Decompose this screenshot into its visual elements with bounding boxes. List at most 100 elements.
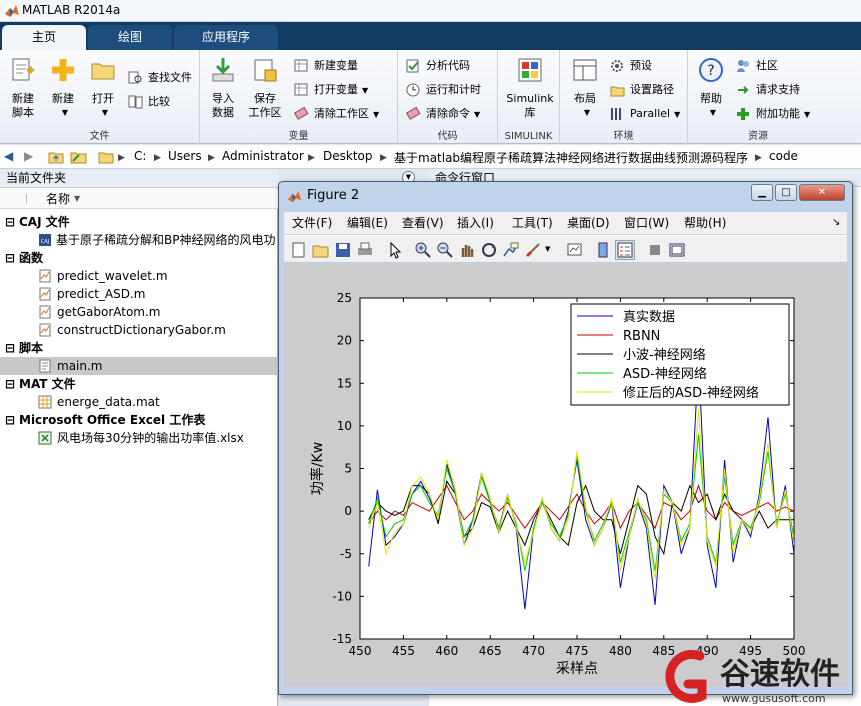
print-icon[interactable] (356, 241, 374, 259)
layout-button[interactable]: 布局 ▼ (564, 56, 606, 120)
zoom-out-icon[interactable] (436, 241, 454, 259)
tab-apps[interactable]: 应用程序 (174, 25, 278, 50)
y-tick-label: 5 (344, 462, 352, 476)
help-button[interactable]: ? 帮助 ▼ (690, 56, 732, 120)
menu-file[interactable]: 文件(F) (292, 212, 332, 234)
compare-button[interactable]: 比较 (128, 92, 170, 112)
menu-insert[interactable]: 插入(I) (457, 212, 494, 234)
menu-edit[interactable]: 编辑(E) (347, 212, 388, 234)
link-plot-icon[interactable] (566, 241, 584, 259)
section-excel[interactable]: ⊟ Microsoft Office Excel 工作表 (0, 411, 278, 429)
new-figure-icon[interactable] (290, 241, 308, 259)
section-caj[interactable]: ⊟ CAJ 文件 (0, 213, 278, 231)
menu-desktop[interactable]: 桌面(D) (567, 212, 610, 234)
tab-plots[interactable]: 绘图 (88, 25, 172, 50)
breadcrumb-code[interactable]: code (769, 149, 798, 163)
maximize-button[interactable]: □ (775, 184, 797, 201)
figure-toolbar: ▼ (284, 235, 847, 263)
simulink-library-button[interactable]: Simulink 库 (502, 56, 558, 120)
breadcrumb-users[interactable]: Users (168, 149, 202, 163)
import-data-label: 导入 数据 (212, 92, 234, 119)
zoom-in-icon[interactable] (414, 241, 432, 259)
find-files-button[interactable]: 查找文件 (128, 68, 192, 88)
run-and-time-button[interactable]: 运行和计时 (406, 80, 481, 100)
menu-view[interactable]: 查看(V) (402, 212, 444, 234)
menu-dock-arrow-icon[interactable]: ↘ (832, 212, 840, 234)
back-arrow-icon[interactable]: ◀ (4, 149, 13, 163)
list-item[interactable]: predict_wavelet.m (0, 267, 278, 285)
save-icon[interactable] (334, 241, 352, 259)
preferences-button[interactable]: 预设 (610, 56, 652, 76)
tab-home[interactable]: 主页 (2, 25, 86, 50)
rotate-3d-icon[interactable] (480, 241, 498, 259)
menu-help[interactable]: 帮助(H) (684, 212, 726, 234)
import-data-button[interactable]: 导入 数据 (202, 56, 244, 120)
save-workspace-button[interactable]: 保存 工作区 (244, 56, 286, 120)
list-item[interactable]: constructDictionaryGabor.m (0, 321, 278, 339)
data-cursor-icon[interactable] (502, 241, 520, 259)
section-functions[interactable]: ⊟ 函数 (0, 249, 278, 267)
breadcrumb-project-folder[interactable]: 基于matlab编程原子稀疏算法神经网络进行数据曲线预测源码程序 (394, 149, 748, 166)
new-button[interactable]: 新建 ▼ (42, 56, 84, 120)
section-scripts[interactable]: ⊟ 脚本 (0, 339, 278, 357)
clear-workspace-button[interactable]: 清除工作区 ▼ (294, 104, 379, 124)
breadcrumb-desktop[interactable]: Desktop (323, 149, 373, 163)
request-support-button[interactable]: 请求支持 (736, 80, 800, 100)
column-header-name[interactable]: 名称 ▼ (0, 189, 278, 209)
new-variable-icon (294, 59, 308, 72)
list-item[interactable]: predict_ASD.m (0, 285, 278, 303)
list-item[interactable]: CAJ 基于原子稀疏分解和BP神经网络的风电功 (0, 231, 278, 249)
collapse-icon[interactable]: ⊟ (5, 249, 15, 267)
list-item[interactable]: getGaborAtom.m (0, 303, 278, 321)
browse-folder-icon[interactable] (70, 149, 88, 165)
open-file-icon[interactable] (312, 241, 330, 259)
collapse-icon[interactable]: ⊟ (5, 213, 15, 231)
select-pointer-icon[interactable] (386, 241, 404, 259)
community-button[interactable]: 社区 (736, 56, 778, 76)
figure-window[interactable]: Figure 2 ▁ □ ✕ 文件(F) 编辑(E) 查看(V) 插入(I) 工… (278, 181, 853, 695)
list-item[interactable]: 风电场每30分钟的输出功率值.xlsx (0, 429, 278, 447)
hide-plot-tools-icon[interactable] (646, 241, 664, 259)
new-variable-button[interactable]: 新建变量 (294, 56, 358, 76)
parallel-button[interactable]: Parallel ▼ (610, 104, 680, 124)
close-button[interactable]: ✕ (799, 184, 845, 201)
menu-window[interactable]: 窗口(W) (624, 212, 669, 234)
line-chart[interactable]: 450 455 460 465 470 475 480 485 490 495 500-15-10-… (284, 264, 847, 687)
pan-hand-icon[interactable] (458, 241, 476, 259)
breadcrumb-c[interactable]: C: (134, 149, 146, 163)
collapse-icon[interactable]: ⊟ (5, 339, 15, 357)
variable-group-label: 变量 (288, 131, 309, 142)
collapse-icon[interactable]: ⊟ (5, 411, 15, 429)
parallel-icon (611, 108, 621, 120)
open-variable-button[interactable]: 打开变量 ▼ (294, 80, 368, 100)
environment-group-label: 环境 (613, 131, 634, 142)
community-icon (737, 60, 749, 72)
collapse-icon[interactable]: ⊟ (5, 375, 15, 393)
panel-title: 当前文件夹 (0, 169, 278, 188)
file-name: predict_ASD.m (57, 287, 146, 301)
watermark-text: 谷速软件 (720, 657, 840, 692)
forward-arrow-icon[interactable]: ▶ (24, 149, 33, 163)
new-script-button[interactable]: 新建 脚本 (2, 56, 44, 120)
chevron-down-icon: ▼ (101, 108, 109, 117)
brush-dropdown-chevron-icon[interactable]: ▼ (545, 245, 550, 253)
menu-tools[interactable]: 工具(T) (512, 212, 553, 234)
legend-icon[interactable] (615, 240, 635, 260)
file-name: 基于原子稀疏分解和BP神经网络的风电功 (56, 233, 276, 247)
show-plot-tools-icon[interactable] (668, 241, 686, 259)
mat-file-icon (38, 395, 52, 409)
list-item-selected[interactable]: main.m (0, 357, 278, 375)
clear-commands-button[interactable]: 清除命令 ▼ (406, 104, 480, 124)
brush-icon[interactable] (524, 241, 542, 259)
find-files-icon (128, 71, 142, 84)
section-mat-files[interactable]: ⊟ MAT 文件 (0, 375, 278, 393)
open-button[interactable]: 打开 ▼ (82, 56, 124, 120)
colorbar-icon[interactable] (594, 241, 612, 259)
minimize-button[interactable]: ▁ (751, 184, 773, 201)
analyze-code-button[interactable]: 分析代码 (406, 56, 470, 76)
set-path-button[interactable]: 设置路径 (610, 80, 674, 100)
list-item[interactable]: energe_data.mat (0, 393, 278, 411)
breadcrumb-administrator[interactable]: Administrator (222, 149, 304, 163)
up-folder-icon[interactable] (48, 149, 64, 165)
add-ons-button[interactable]: 附加功能 ▼ (736, 104, 810, 124)
